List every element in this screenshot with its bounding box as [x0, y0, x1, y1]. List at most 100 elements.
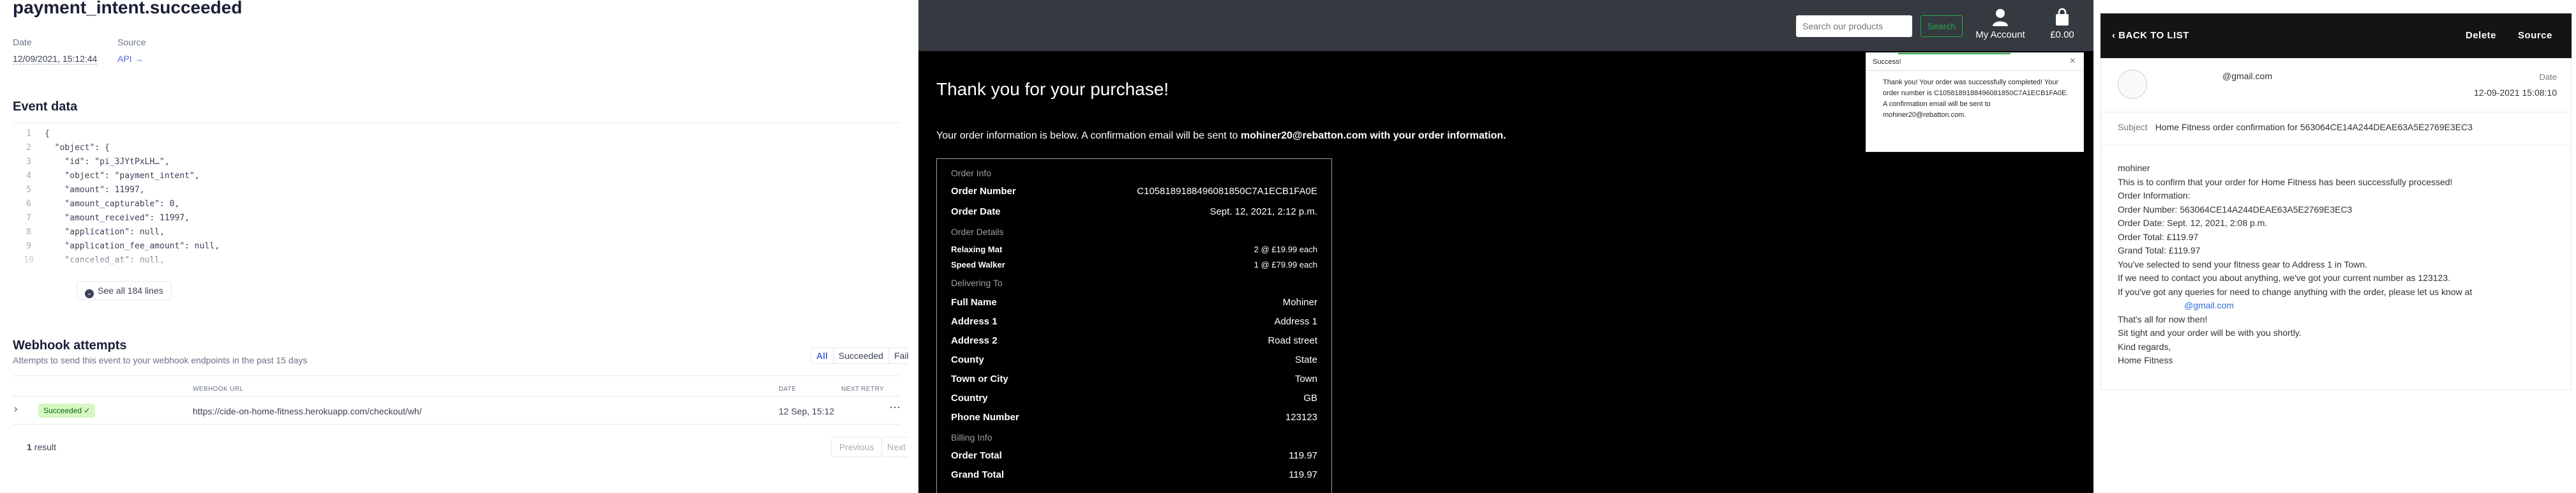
next-button[interactable]: Next — [881, 437, 909, 457]
chevron-right-icon[interactable]: › — [14, 404, 17, 415]
delivery-field-label: County — [951, 354, 984, 365]
order-date-value: Sept. 12, 2021, 2:12 p.m. — [1209, 206, 1317, 217]
item-quantity: 2 @ £19.99 each — [1254, 245, 1317, 254]
email-date: 12-09-2021 15:08:10 — [2474, 87, 2557, 98]
more-options-icon[interactable]: ⋯ — [889, 401, 901, 414]
line-number: 3 — [26, 157, 31, 167]
body-line: Order Number: 563064CE14A244DEAE63A5E276… — [2118, 204, 2353, 215]
email-card: @gmail.com Date 12-09-2021 15:08:10 Subj… — [2100, 58, 2572, 390]
billing-info-label: Billing Info — [951, 432, 992, 443]
delivery-field-label: Phone Number — [951, 412, 1019, 423]
code-text: "amount_capturable": 0, — [45, 199, 180, 209]
contact-email-link[interactable]: @gmail.com — [2118, 299, 2472, 313]
webhook-url[interactable]: https://cide-on-home-fitness.herokuapp.c… — [193, 406, 422, 416]
body-line: If you've got any queries for need to ch… — [2118, 286, 2473, 297]
shopping-bag-link[interactable]: £0.00 — [2043, 8, 2081, 40]
line-number: 5 — [26, 185, 31, 195]
json-code-block: 1{2 "object": {3 "id": "pi_3JYtPxLH…", 4 … — [13, 128, 900, 275]
email-body: mohiner This is to confirm that your ord… — [2118, 162, 2472, 368]
divider — [13, 375, 900, 376]
delivery-field-label: Address 1 — [951, 316, 998, 327]
filter-succeeded[interactable]: Succeeded — [834, 348, 889, 363]
my-account-link[interactable]: My Account — [1970, 8, 2030, 40]
email-toolbar: ‹ BACK TO LIST Delete Source — [2100, 13, 2572, 58]
delete-button[interactable]: Delete — [2466, 30, 2496, 41]
delivery-field-value: GB — [1303, 393, 1317, 404]
toast-line: A confirmation email will be sent to — [1883, 100, 1991, 108]
shopping-bag-icon — [2056, 8, 2069, 26]
code-line: 5 "amount": 11997, — [13, 184, 144, 197]
info-prefix: Your order information is below. A confi… — [936, 130, 1238, 141]
body-line: Kind regards, — [2118, 341, 2171, 352]
order-info-message: Your order information is below. A confi… — [936, 130, 1506, 142]
filter-all[interactable]: All — [811, 348, 834, 363]
code-line: 2 "object": { — [13, 142, 110, 155]
expand-icon: ⌄ — [85, 289, 94, 298]
column-next-retry: NEXT RETRY — [841, 386, 884, 393]
avatar — [2118, 70, 2147, 99]
code-text: "id": "pi_3JYtPxLH…", — [45, 157, 170, 167]
date-label: Date — [2539, 72, 2557, 82]
search-input[interactable]: Search our products — [1796, 15, 1912, 37]
result-count: 1 result — [27, 442, 56, 452]
email-viewer-panel: ‹ BACK TO LIST Delete Source @gmail.com … — [2093, 0, 2576, 493]
order-total-value: 119.97 — [1289, 450, 1317, 461]
order-date-label: Order Date — [951, 206, 1001, 217]
delivery-field-label: Full Name — [951, 297, 997, 308]
see-all-lines-button[interactable]: ⌄ See all 184 lines — [77, 281, 172, 300]
bag-total: £0.00 — [2050, 29, 2074, 40]
see-all-label: See all 184 lines — [98, 285, 163, 296]
item-name: Speed Walker — [951, 260, 1005, 269]
my-account-label: My Account — [1975, 29, 2025, 40]
line-number: 7 — [26, 213, 31, 223]
order-summary-box: Order Info Order Number C105818918849608… — [936, 158, 1332, 493]
toast-line: order number is C1058189188496081850C7A1… — [1883, 89, 2069, 97]
info-email: mohiner20@rebatton.com — [1241, 130, 1367, 141]
close-icon[interactable]: × — [2070, 56, 2076, 67]
sender-address: @gmail.com — [2222, 71, 2273, 81]
subject-text: Home Fitness order confirmation for 5630… — [2155, 122, 2473, 132]
item-name: Relaxing Mat — [951, 245, 1003, 254]
source-label: Source — [117, 37, 146, 47]
back-to-list-button[interactable]: ‹ BACK TO LIST — [2112, 30, 2189, 41]
body-line: Sit tight and your order will be with yo… — [2118, 328, 2302, 338]
user-icon — [1993, 9, 2008, 26]
delivery-field-value: State — [1294, 354, 1317, 365]
code-fade — [13, 249, 900, 275]
body-line: Grand Total: £119.97 — [2118, 245, 2201, 255]
line-number: 8 — [26, 227, 31, 237]
previous-button[interactable]: Previous — [831, 437, 883, 457]
source-button[interactable]: Source — [2518, 30, 2552, 41]
toast-line: Thank you! Your order was successfully c… — [1883, 79, 2059, 86]
navbar: Search our products Search My Account £0… — [918, 0, 2094, 51]
search-button[interactable]: Search — [1921, 15, 1963, 37]
filter-failed[interactable]: Failed — [889, 348, 909, 363]
thank-you-heading: Thank you for your purchase! — [936, 79, 1169, 99]
source-api-link[interactable]: API → — [117, 54, 143, 64]
status-badge: Succeeded ✓ — [38, 404, 96, 418]
delivery-field-value: Address 1 — [1274, 316, 1317, 327]
webhook-date: 12 Sep, 15:12 — [779, 406, 835, 416]
stripe-event-panel: payment_intent.succeeded Date Source 12/… — [0, 0, 909, 493]
webhook-subtitle: Attempts to send this event to your webh… — [13, 355, 308, 365]
body-line: You've selected to send your fitness gea… — [2118, 259, 2368, 269]
body-line: Order Date: Sept. 12, 2021, 2:08 p.m. — [2118, 218, 2268, 228]
email-subject: Subject Home Fitness order confirmation f… — [2118, 122, 2473, 132]
toast-title: Success! — [1866, 53, 2083, 71]
body-line: If we need to contact you about anything… — [2118, 273, 2451, 283]
webhook-attempts-title: Webhook attempts — [13, 338, 127, 353]
item-quantity: 1 @ £79.99 each — [1254, 260, 1317, 269]
checkout-success-panel: Search our products Search My Account £0… — [918, 0, 2094, 493]
info-suffix: with your order information. — [1370, 130, 1506, 141]
code-text: "amount_received": 11997, — [45, 213, 190, 223]
line-number: 1 — [26, 129, 31, 139]
code-text: "object": { — [45, 143, 110, 153]
code-line: 3 "id": "pi_3JYtPxLH…", — [13, 156, 170, 169]
grand-total-value: 119.97 — [1289, 469, 1317, 480]
delivery-field-value: Town — [1294, 374, 1317, 384]
order-info-label: Order Info — [951, 168, 992, 178]
body-line: Home Fitness — [2118, 355, 2173, 365]
code-text: { — [45, 129, 50, 139]
subject-label: Subject — [2118, 122, 2148, 132]
delivery-field-value: 123123 — [1285, 412, 1317, 423]
